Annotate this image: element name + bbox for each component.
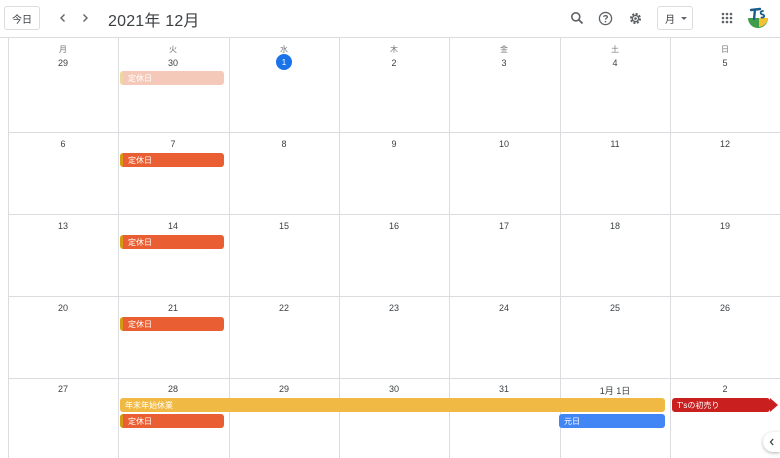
day-number[interactable]: 27 [8, 384, 118, 394]
gear-icon[interactable] [624, 7, 646, 29]
month-title: 2021年 12月 [108, 13, 200, 30]
event-chip-newyear-break[interactable]: 年末年始休業 [120, 398, 665, 412]
day-number[interactable]: 24 [449, 303, 559, 313]
weekday-label: 木 [390, 45, 398, 54]
day-number[interactable]: 30 [118, 58, 228, 68]
event-chip-holiday[interactable]: 定休日 [120, 235, 224, 249]
day-number[interactable]: 14 [118, 221, 228, 231]
side-panel-toggle[interactable] [763, 432, 780, 452]
grid-line [118, 38, 119, 458]
event-chip-first-sale[interactable]: T'sの初売り [672, 398, 770, 412]
today-button[interactable]: 今日 [4, 6, 40, 30]
event-chip-holiday[interactable]: 定休日 [120, 153, 224, 167]
month-grid: 月 火 水 木 金 土 日 29 30 1 2 3 4 5 定休日 6 7 8 … [8, 38, 780, 458]
event-chip-holiday[interactable]: 定休日 [120, 414, 224, 428]
day-number[interactable]: 20 [8, 303, 118, 313]
day-number[interactable]: 13 [8, 221, 118, 231]
view-select-label: 月 [665, 14, 675, 26]
view-select[interactable]: 月 [657, 6, 693, 30]
event-continues-arrow [770, 398, 778, 412]
grid-line [8, 296, 780, 297]
day-number[interactable]: 29 [229, 384, 339, 394]
weekday-label: 金 [500, 45, 508, 54]
help-icon[interactable] [594, 7, 616, 29]
event-chip-ganjitsu[interactable]: 元日 [559, 414, 665, 428]
day-number[interactable]: 6 [8, 139, 118, 149]
day-number[interactable]: 2 [670, 384, 780, 394]
day-number[interactable]: 28 [118, 384, 228, 394]
chevron-left-icon [769, 438, 774, 446]
day-number[interactable]: 3 [449, 58, 559, 68]
day-number[interactable]: 21 [118, 303, 228, 313]
weekday-label: 日 [721, 45, 729, 54]
day-number[interactable]: 8 [229, 139, 339, 149]
chevron-left-icon[interactable] [52, 7, 74, 29]
grid-line [8, 378, 780, 379]
day-number[interactable]: 1月 1日 [560, 384, 670, 397]
day-number[interactable]: 23 [339, 303, 449, 313]
weekday-label: 土 [611, 45, 619, 54]
day-number[interactable]: 11 [560, 139, 670, 149]
today-day-number[interactable]: 1 [276, 54, 292, 70]
day-number[interactable]: 4 [560, 58, 670, 68]
grid-line [670, 38, 671, 458]
top-bar: 今日 2021年 12月 月 [0, 0, 780, 38]
day-number[interactable]: 31 [449, 384, 559, 394]
day-number[interactable]: 2 [339, 58, 449, 68]
apps-grid-icon[interactable] [716, 7, 738, 29]
event-chip-holiday[interactable]: 定休日 [120, 317, 224, 331]
day-number[interactable]: 9 [339, 139, 449, 149]
day-number[interactable]: 26 [670, 303, 780, 313]
grid-line [449, 38, 450, 458]
day-number[interactable]: 5 [670, 58, 780, 68]
chevron-right-icon[interactable] [74, 7, 96, 29]
day-number[interactable]: 16 [339, 221, 449, 231]
day-number[interactable]: 12 [670, 139, 780, 149]
day-number[interactable]: 17 [449, 221, 559, 231]
grid-line [8, 214, 780, 215]
day-number[interactable]: 30 [339, 384, 449, 394]
event-chip-holiday[interactable]: 定休日 [120, 71, 224, 85]
account-avatar[interactable] [746, 5, 770, 29]
caret-down-icon [681, 17, 687, 20]
grid-line [229, 38, 230, 458]
day-number[interactable]: 7 [118, 139, 228, 149]
search-icon[interactable] [566, 7, 588, 29]
day-number[interactable]: 10 [449, 139, 559, 149]
weekday-label: 火 [169, 45, 177, 54]
grid-line [8, 38, 9, 458]
day-number[interactable]: 15 [229, 221, 339, 231]
day-number[interactable]: 18 [560, 221, 670, 231]
grid-line [8, 132, 780, 133]
weekday-label: 月 [59, 45, 67, 54]
day-number[interactable]: 19 [670, 221, 780, 231]
day-number[interactable]: 29 [8, 58, 118, 68]
day-number[interactable]: 25 [560, 303, 670, 313]
day-number[interactable]: 22 [229, 303, 339, 313]
grid-line [339, 38, 340, 458]
